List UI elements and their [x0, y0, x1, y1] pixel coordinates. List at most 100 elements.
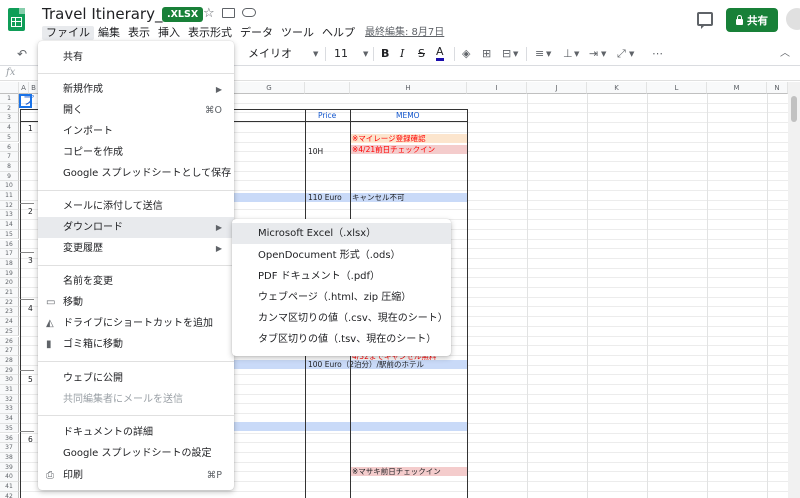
menu-item-new[interactable]: 新規作成 ▶ — [38, 79, 234, 100]
row-header[interactable]: 12 — [0, 200, 19, 211]
menu-format[interactable]: 表示形式 — [184, 26, 236, 40]
menu-edit[interactable]: 編集 — [94, 26, 124, 40]
row-header[interactable]: 26 — [0, 336, 19, 347]
row-header[interactable]: 5 — [0, 132, 19, 143]
row-header[interactable]: 39 — [0, 462, 19, 473]
valign-dropdown-icon[interactable]: ▼ — [574, 46, 579, 62]
menu-item-make-copy[interactable]: コピーを作成 — [38, 142, 234, 163]
font-family-select[interactable]: メイリオ — [248, 46, 292, 62]
price-cell[interactable]: 100 Euro（2泊分）/駅前のホテル — [308, 360, 424, 369]
row-header[interactable]: 10 — [0, 181, 19, 191]
vertical-scrollbar[interactable] — [788, 82, 800, 498]
row-header[interactable]: 41 — [0, 482, 19, 492]
undo-icon[interactable]: ↶ — [17, 46, 27, 62]
download-csv[interactable]: カンマ区切りの値（.csv、現在のシート） — [232, 308, 451, 329]
menu-help[interactable]: ヘルプ — [318, 26, 359, 40]
more-options-icon[interactable]: ⋯ — [652, 46, 663, 62]
sheets-logo-icon[interactable] — [8, 8, 25, 31]
memo-cell[interactable]: ※マサキ前日チェックイン — [352, 467, 441, 476]
row-header[interactable]: 8 — [0, 161, 19, 172]
row-header[interactable]: 42 — [0, 491, 19, 498]
horizontal-align-icon[interactable]: ≡ — [535, 46, 544, 62]
download-html[interactable]: ウェブページ（.html、zip 圧縮） — [232, 287, 451, 308]
row-header[interactable]: 16 — [0, 239, 19, 250]
borders-icon[interactable]: ⊞ — [482, 46, 491, 62]
row-header[interactable]: 40 — [0, 472, 19, 482]
memo-cell[interactable]: ※マイレージ登録確認 — [352, 134, 426, 143]
row-header[interactable]: 9 — [0, 171, 19, 182]
row-header[interactable]: 14 — [0, 220, 19, 230]
row-header[interactable]: 21 — [0, 288, 19, 298]
row-header[interactable]: 38 — [0, 452, 19, 463]
text-rotate-icon[interactable]: ⤢ — [617, 46, 626, 62]
menu-item-download[interactable]: ダウンロード ▶ — [38, 217, 234, 238]
column-header-k[interactable]: K — [587, 82, 647, 94]
row-header[interactable]: 30 — [0, 375, 19, 385]
row-header[interactable]: 11 — [0, 191, 19, 201]
wrap-dropdown-icon[interactable]: ▼ — [601, 46, 606, 62]
menu-item-trash[interactable]: ▮ ゴミ箱に移動 — [38, 334, 234, 355]
column-header-m[interactable]: M — [707, 82, 767, 94]
row-header[interactable]: 3 — [0, 113, 19, 124]
memo-cell[interactable]: キャンセル不可 — [352, 193, 405, 202]
vertical-align-icon[interactable]: ⊥ — [563, 46, 573, 62]
column-header-h[interactable]: H — [350, 82, 467, 94]
row-header[interactable]: 32 — [0, 394, 19, 405]
row-header[interactable]: 28 — [0, 355, 19, 366]
day-number[interactable]: 5 — [28, 375, 33, 384]
italic-button[interactable]: I — [400, 46, 404, 62]
row-header[interactable]: 37 — [0, 443, 19, 453]
text-color-button[interactable]: A — [436, 46, 444, 61]
row-header[interactable]: 34 — [0, 414, 19, 424]
row-header[interactable]: 24 — [0, 317, 19, 327]
row-header[interactable]: 15 — [0, 229, 19, 240]
row-header[interactable]: 7 — [0, 152, 19, 162]
row-header[interactable]: 17 — [0, 249, 19, 259]
menu-view[interactable]: 表示 — [124, 26, 154, 40]
row-header[interactable]: 29 — [0, 365, 19, 376]
column-header-a[interactable]: A — [19, 82, 29, 94]
download-tsv[interactable]: タブ区切りの値（.tsv、現在のシート） — [232, 329, 451, 350]
merge-dropdown-icon[interactable]: ▼ — [513, 46, 518, 62]
day-number[interactable]: 2 — [28, 207, 33, 216]
column-header-i[interactable]: I — [467, 82, 527, 94]
select-all-corner[interactable] — [0, 82, 19, 94]
download-ods[interactable]: OpenDocument 形式（.ods） — [232, 245, 451, 266]
day-number[interactable]: 1 — [28, 124, 33, 133]
halign-dropdown-icon[interactable]: ▼ — [546, 46, 551, 62]
fill-color-icon[interactable]: ◈ — [462, 46, 470, 62]
menu-insert[interactable]: 挿入 — [154, 26, 184, 40]
menu-item-document-details[interactable]: ドキュメントの詳細 — [38, 422, 234, 443]
move-folder-icon[interactable] — [222, 8, 235, 18]
column-header-g2[interactable] — [305, 82, 350, 94]
last-edit-link[interactable]: 最終編集: 8月7日 — [359, 26, 444, 40]
bold-button[interactable]: B — [381, 46, 389, 62]
download-pdf[interactable]: PDF ドキュメント（.pdf） — [232, 266, 451, 287]
menu-item-spreadsheet-settings[interactable]: Google スプレッドシートの設定 — [38, 443, 234, 464]
font-size-dropdown-icon[interactable]: ▼ — [363, 46, 368, 62]
row-header[interactable]: 27 — [0, 346, 19, 356]
row-header[interactable]: 4 — [0, 123, 19, 133]
avatar[interactable] — [786, 8, 800, 30]
row-header[interactable]: 1 — [0, 94, 19, 104]
strikethrough-button[interactable]: S — [418, 46, 425, 62]
comment-history-icon[interactable] — [697, 12, 713, 29]
menu-data[interactable]: データ — [236, 26, 277, 40]
menu-item-save-as-sheets[interactable]: Google スプレッドシートとして保存 — [38, 163, 234, 184]
row-header[interactable]: 20 — [0, 278, 19, 288]
cloud-status-icon[interactable] — [242, 8, 256, 17]
font-dropdown-icon[interactable]: ▼ — [313, 46, 318, 62]
column-header-l[interactable]: L — [647, 82, 707, 94]
day-number[interactable]: 6 — [28, 435, 33, 444]
row-header[interactable]: 13 — [0, 210, 19, 221]
text-wrap-icon[interactable]: ⇥ — [589, 46, 598, 62]
menu-item-version-history[interactable]: 変更履歴 ▶ — [38, 238, 234, 259]
column-header-n[interactable]: N — [767, 82, 788, 94]
menu-item-print[interactable]: ⎙ 印刷 ⌘P — [38, 465, 234, 486]
download-xlsx[interactable]: Microsoft Excel（.xlsx） — [232, 223, 451, 244]
row-header[interactable]: 31 — [0, 385, 19, 395]
row-header[interactable]: 25 — [0, 326, 19, 337]
header-price[interactable]: Price — [318, 111, 336, 120]
menu-item-add-shortcut[interactable]: ◭ ドライブにショートカットを追加 — [38, 313, 234, 334]
price-cell[interactable]: 10H — [308, 147, 323, 156]
